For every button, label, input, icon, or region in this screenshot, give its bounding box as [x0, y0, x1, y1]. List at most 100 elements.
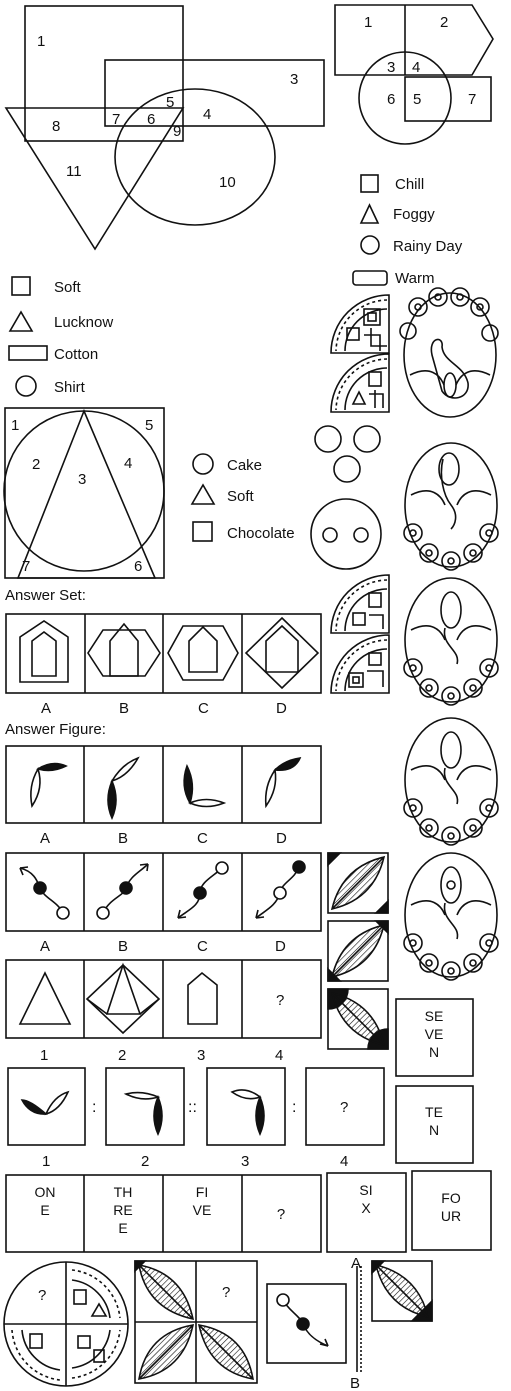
legend-cake-label: Cake: [227, 457, 262, 474]
bead-label-c: C: [197, 938, 208, 955]
hatched-tile-2[interactable]: [327, 920, 389, 982]
venn1-label-10: 10: [219, 174, 236, 191]
venn1-label-11: 11: [66, 163, 82, 180]
word-options[interactable]: SE VE N TE N SI X FO UR: [326, 998, 492, 1253]
legend-rainy-day: Rainy Day: [393, 238, 463, 255]
analogy-colon-2: :: [292, 1099, 296, 1116]
answer-set-label-a: A: [41, 700, 51, 717]
answer-figure-title: Answer Figure:: [5, 721, 106, 738]
venn2-label-7: 7: [468, 91, 476, 108]
venn1-label-8: 8: [52, 118, 60, 135]
analogy-label-1: 1: [42, 1153, 50, 1170]
venn2-label-6: 6: [387, 91, 395, 108]
word-three-line-3: E: [118, 1220, 127, 1236]
venn2-label-5: 5: [413, 91, 421, 108]
answer-figure-label-b: B: [118, 830, 128, 847]
venn1-circle: [114, 88, 276, 226]
word-one-line-2: E: [40, 1202, 49, 1218]
triangle-icon: [8, 310, 34, 332]
venn3-label-4: 4: [124, 455, 132, 472]
series-label-3: 3: [197, 1047, 205, 1064]
peacock-figure-2: [403, 442, 499, 571]
legend-cotton: Cotton: [54, 346, 98, 363]
rectangle-icon: [352, 270, 388, 286]
legend-soft: Soft: [54, 279, 82, 296]
legend-chocolate-label: Chocolate: [227, 525, 295, 542]
legend-shirt: Shirt: [54, 379, 86, 396]
word-series-row: ON E TH RE E FI VE ?: [5, 1174, 322, 1253]
venn1-label-1: 1: [37, 33, 45, 50]
venn-diagram-3: 1 2 3 4 5 6 7: [3, 407, 165, 579]
mirror-label-b: B: [350, 1375, 360, 1391]
word-ten-line-1: TE: [425, 1104, 443, 1120]
venn1-label-9: 9: [173, 123, 181, 140]
puzzle-sheet: 1 3 4 5 6 7 8 9 10 11 1 2 3 4 5 6 7 Chil…: [3, 4, 499, 1391]
venn1-label-7: 7: [112, 111, 120, 128]
answer-set-label-b: B: [119, 700, 129, 717]
legend-warm: Warm: [395, 270, 434, 287]
venn2-label-2: 2: [440, 14, 448, 31]
hatched-tile-1[interactable]: [327, 852, 389, 914]
venn1-label-3: 3: [290, 71, 298, 88]
word-six-line-1: SI: [359, 1182, 372, 1198]
venn2-label-3: 3: [387, 59, 395, 76]
bead-label-a: A: [40, 938, 50, 955]
legend-clothes: Soft Lucknow Cotton Shirt: [8, 276, 113, 397]
word-seven-line-1: SE: [425, 1008, 444, 1024]
square-icon: [192, 521, 213, 542]
answer-set-row[interactable]: [5, 613, 322, 694]
mirror-line: A B: [350, 1255, 362, 1391]
answer-figure-row[interactable]: [5, 745, 322, 824]
leaf-grid-figure: ?: [134, 1260, 258, 1384]
word-one-line-1: ON: [35, 1184, 56, 1200]
venn1-square: [24, 5, 184, 142]
hatched-tile-3[interactable]: [327, 988, 389, 1050]
word-seven-line-2: VE: [425, 1026, 444, 1042]
bead-label-d: D: [275, 938, 286, 955]
bead-figure-question: [266, 1283, 347, 1364]
quarter-piece-4: [330, 634, 390, 694]
venn3-label-7: 7: [22, 558, 30, 575]
square-icon: [360, 174, 379, 193]
word-seven-line-3: N: [429, 1044, 439, 1060]
bead-options-row[interactable]: [5, 852, 322, 932]
circle-question-mark: ?: [38, 1287, 46, 1304]
legend-lucknow: Lucknow: [54, 314, 113, 331]
legend-soft-label: Soft: [227, 488, 255, 505]
leaf-grid-question-mark: ?: [222, 1284, 230, 1301]
word-four-line-2: UR: [441, 1208, 461, 1224]
triangle-icon: [190, 483, 216, 505]
word-three-line-1: TH: [114, 1184, 133, 1200]
word-six-line-2: X: [361, 1200, 371, 1216]
peacock-figure-4: [403, 717, 499, 846]
venn1-label-4: 4: [203, 106, 211, 123]
rectangle-icon: [8, 345, 48, 361]
word-three-line-2: RE: [113, 1202, 132, 1218]
peacock-figure-5: [403, 852, 499, 981]
series-label-1: 1: [40, 1047, 48, 1064]
analogy-row: ? : :: :: [7, 1067, 385, 1146]
answer-figure-label-a: A: [40, 830, 50, 847]
word-question-mark: ?: [277, 1206, 285, 1223]
analogy-question-mark: ?: [340, 1099, 348, 1116]
word-ten-line-2: N: [429, 1122, 439, 1138]
quarter-piece-3: [330, 574, 390, 634]
mirror-label-a: A: [351, 1255, 361, 1272]
circles-figure: [310, 425, 382, 570]
analogy-colon-1: :: [92, 1099, 96, 1116]
word-five-line-1: FI: [196, 1184, 208, 1200]
venn-diagram-1: 1 3 4 5 6 7 8 9 10 11: [4, 5, 325, 251]
series-label-2: 2: [118, 1047, 126, 1064]
analogy-label-4: 4: [340, 1153, 348, 1170]
venn1-label-6: 6: [147, 111, 155, 128]
circle-icon: [192, 453, 214, 475]
legend-chill: Chill: [395, 176, 424, 193]
quarter-piece-1: [330, 294, 390, 354]
answer-set-title: Answer Set:: [5, 587, 86, 604]
answer-set-label-c: C: [198, 700, 209, 717]
bead-label-b: B: [118, 938, 128, 955]
series-question-mark: ?: [276, 992, 284, 1009]
word-five-line-2: VE: [193, 1202, 212, 1218]
hatched-tile-4: [371, 1260, 433, 1322]
series-label-4: 4: [275, 1047, 283, 1064]
